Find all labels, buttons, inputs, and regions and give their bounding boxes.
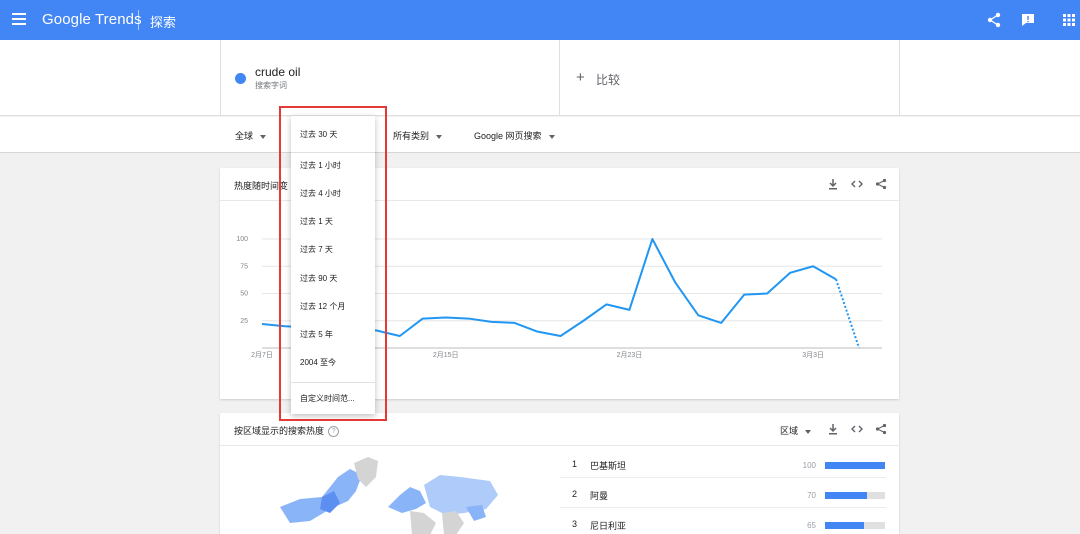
- property-filter-label: Google 网页搜索: [474, 131, 542, 141]
- series-line-partial: [835, 279, 860, 349]
- chevron-down-icon: [436, 134, 443, 139]
- region-filter[interactable]: 全球: [235, 129, 267, 142]
- region-bar: [825, 492, 867, 499]
- region-name: 巴基斯坦: [590, 461, 627, 471]
- download-icon[interactable]: [827, 423, 839, 435]
- region-name: 尼日利亚: [590, 521, 627, 531]
- region-rank: 2: [572, 489, 578, 499]
- region-name: 阿曼: [590, 491, 609, 501]
- search-term-card[interactable]: crude oil 搜索字词: [220, 40, 560, 116]
- brand-divider: [138, 10, 139, 30]
- x-tick-label: 2月23日: [617, 351, 643, 359]
- world-map[interactable]: [260, 447, 530, 534]
- region-value: 100: [802, 461, 816, 470]
- download-icon[interactable]: [827, 178, 839, 190]
- region-row[interactable]: 3 尼日利亚 65: [560, 509, 886, 534]
- region-bar: [825, 462, 885, 469]
- search-terms-bar: crude oil 搜索字词 + 比较: [0, 40, 1080, 116]
- region-filter-label: 全球: [235, 131, 254, 141]
- chevron-down-icon: [548, 134, 555, 139]
- google-trends-logo[interactable]: Google Trends: [42, 11, 142, 28]
- category-filter[interactable]: 所有类别: [393, 129, 443, 142]
- region-value: 65: [807, 521, 816, 530]
- chevron-down-icon: [805, 429, 812, 434]
- share-icon[interactable]: [875, 423, 887, 435]
- y-tick-label: 50: [240, 291, 248, 298]
- x-tick-label: 2月7日: [251, 351, 273, 359]
- plus-icon: +: [576, 69, 585, 86]
- search-term-type: 搜索字词: [255, 81, 287, 90]
- search-term-name[interactable]: crude oil: [255, 65, 300, 79]
- region-rank: 3: [572, 519, 578, 529]
- region-row[interactable]: 1 巴基斯坦 100: [560, 449, 886, 478]
- explore-title[interactable]: 探索: [150, 12, 176, 31]
- property-filter[interactable]: Google 网页搜索: [474, 129, 555, 142]
- region-value: 70: [807, 491, 816, 500]
- region-bar-track: [825, 492, 885, 499]
- y-tick-label: 75: [240, 263, 248, 270]
- card-title: 按区域显示的搜索热度?: [234, 424, 340, 438]
- region-bar-track: [825, 522, 885, 529]
- top-app-bar: Google Trends 探索: [0, 0, 1080, 40]
- region-rank: 1: [572, 459, 578, 469]
- series-color-dot: [235, 73, 246, 84]
- share-icon[interactable]: [875, 178, 887, 190]
- y-tick-label: 100: [236, 236, 248, 243]
- x-tick-label: 3月3日: [802, 351, 824, 359]
- interest-by-region-card: 按区域显示的搜索热度? 区域 1 巴基斯坦 100 2 阿曼 70 3 尼日利亚…: [220, 413, 899, 534]
- menu-icon[interactable]: [12, 13, 26, 27]
- highlight-annotation: [279, 106, 387, 421]
- region-card-title: 按区域显示的搜索热度: [234, 426, 325, 436]
- category-filter-label: 所有类别: [393, 131, 430, 141]
- help-icon[interactable]: ?: [328, 426, 340, 438]
- share-icon[interactable]: [986, 12, 1002, 28]
- x-tick-label: 2月15日: [433, 351, 459, 359]
- region-resolution-dropdown[interactable]: 区域: [780, 424, 812, 437]
- feedback-icon[interactable]: [1020, 12, 1036, 28]
- embed-icon[interactable]: [851, 178, 863, 190]
- compare-button[interactable]: + 比较: [560, 40, 900, 116]
- region-row[interactable]: 2 阿曼 70: [560, 479, 886, 508]
- region-bar-track: [825, 462, 885, 469]
- region-bar: [825, 522, 864, 529]
- chevron-down-icon: [260, 134, 267, 139]
- y-tick-label: 25: [240, 318, 248, 325]
- filter-bar: 全球 所有类别 Google 网页搜索: [0, 117, 1080, 153]
- embed-icon[interactable]: [851, 423, 863, 435]
- region-dropdown-label: 区域: [780, 426, 799, 436]
- apps-grid-icon[interactable]: [1061, 12, 1077, 28]
- compare-label: 比较: [596, 73, 621, 87]
